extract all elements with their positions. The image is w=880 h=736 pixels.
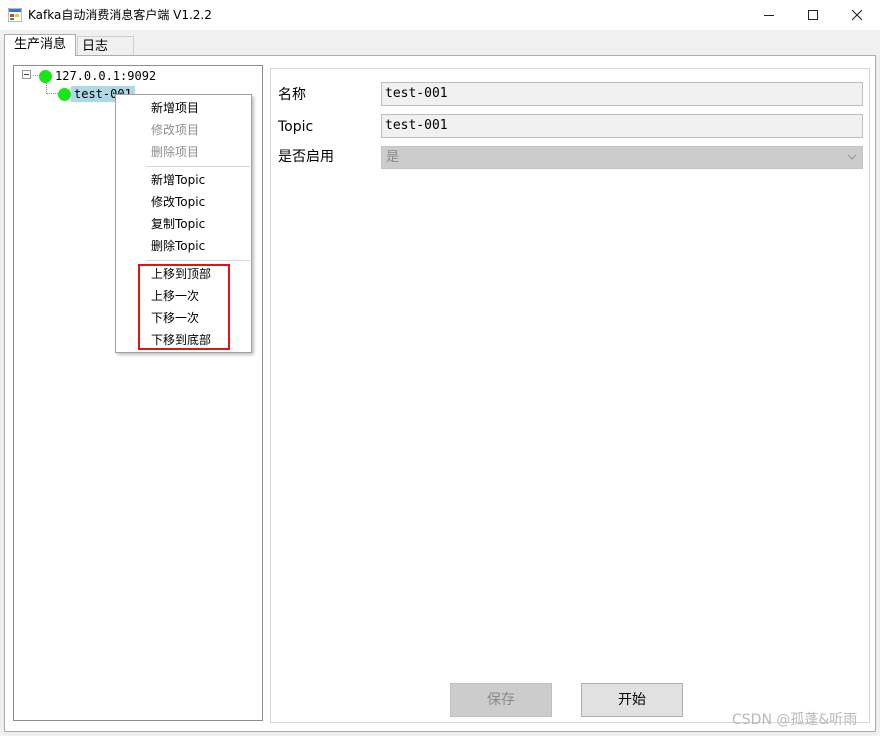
menu-item-edit-topic[interactable]: 修改Topic xyxy=(151,194,205,210)
close-button[interactable] xyxy=(834,0,880,30)
collapse-toggle-icon[interactable] xyxy=(22,70,31,79)
menu-item-move-to-top[interactable]: 上移到顶部 xyxy=(151,266,211,282)
menu-item-add-project[interactable]: 新增项目 xyxy=(151,100,199,116)
enabled-select[interactable]: 是 xyxy=(381,146,863,169)
app-icon xyxy=(8,8,22,22)
menu-item-move-up[interactable]: 上移一次 xyxy=(151,288,199,304)
status-dot-icon xyxy=(39,69,52,83)
watermark: CSDN @孤蓬&听雨 xyxy=(732,712,858,728)
chevron-down-icon xyxy=(847,154,857,160)
menu-separator xyxy=(146,166,250,167)
menu-item-add-topic[interactable]: 新增Topic xyxy=(151,172,205,188)
name-field[interactable]: test-001 xyxy=(381,82,863,106)
menu-separator xyxy=(146,260,250,261)
tree-connector xyxy=(46,93,58,94)
topic-label: Topic xyxy=(278,119,314,135)
title-bar: Kafka自动消费消息客户端 V1.2.2 xyxy=(0,0,880,30)
start-button[interactable]: 开始 xyxy=(581,683,683,717)
name-label: 名称 xyxy=(278,87,306,103)
context-menu: 新增项目 修改项目 删除项目 新增Topic 修改Topic 复制Topic 删… xyxy=(115,94,252,353)
menu-item-move-to-bottom[interactable]: 下移到底部 xyxy=(151,332,211,348)
minimize-icon xyxy=(764,15,774,16)
tab-produce-messages[interactable]: 生产消息 xyxy=(4,34,76,56)
maximize-button[interactable] xyxy=(790,0,836,30)
tree-node-label: 127.0.0.1:9092 xyxy=(55,69,157,83)
menu-item-delete-project[interactable]: 删除项目 xyxy=(151,144,199,160)
save-button[interactable]: 保存 xyxy=(450,683,552,717)
tree-node-broker[interactable]: 127.0.0.1:9092 xyxy=(39,68,159,84)
enabled-label: 是否启用 xyxy=(278,149,334,165)
tab-log[interactable]: 日志 xyxy=(77,36,134,56)
close-icon xyxy=(851,9,863,21)
minimize-button[interactable] xyxy=(746,0,792,30)
topic-field[interactable]: test-001 xyxy=(381,114,863,138)
enabled-select-value: 是 xyxy=(386,150,400,165)
menu-item-delete-topic[interactable]: 删除Topic xyxy=(151,238,205,254)
window-title: Kafka自动消费消息客户端 V1.2.2 xyxy=(28,8,212,22)
menu-item-move-down[interactable]: 下移一次 xyxy=(151,310,199,326)
status-dot-icon xyxy=(58,87,71,101)
menu-item-copy-topic[interactable]: 复制Topic xyxy=(151,216,205,232)
menu-item-edit-project[interactable]: 修改项目 xyxy=(151,122,199,138)
maximize-icon xyxy=(808,10,818,20)
